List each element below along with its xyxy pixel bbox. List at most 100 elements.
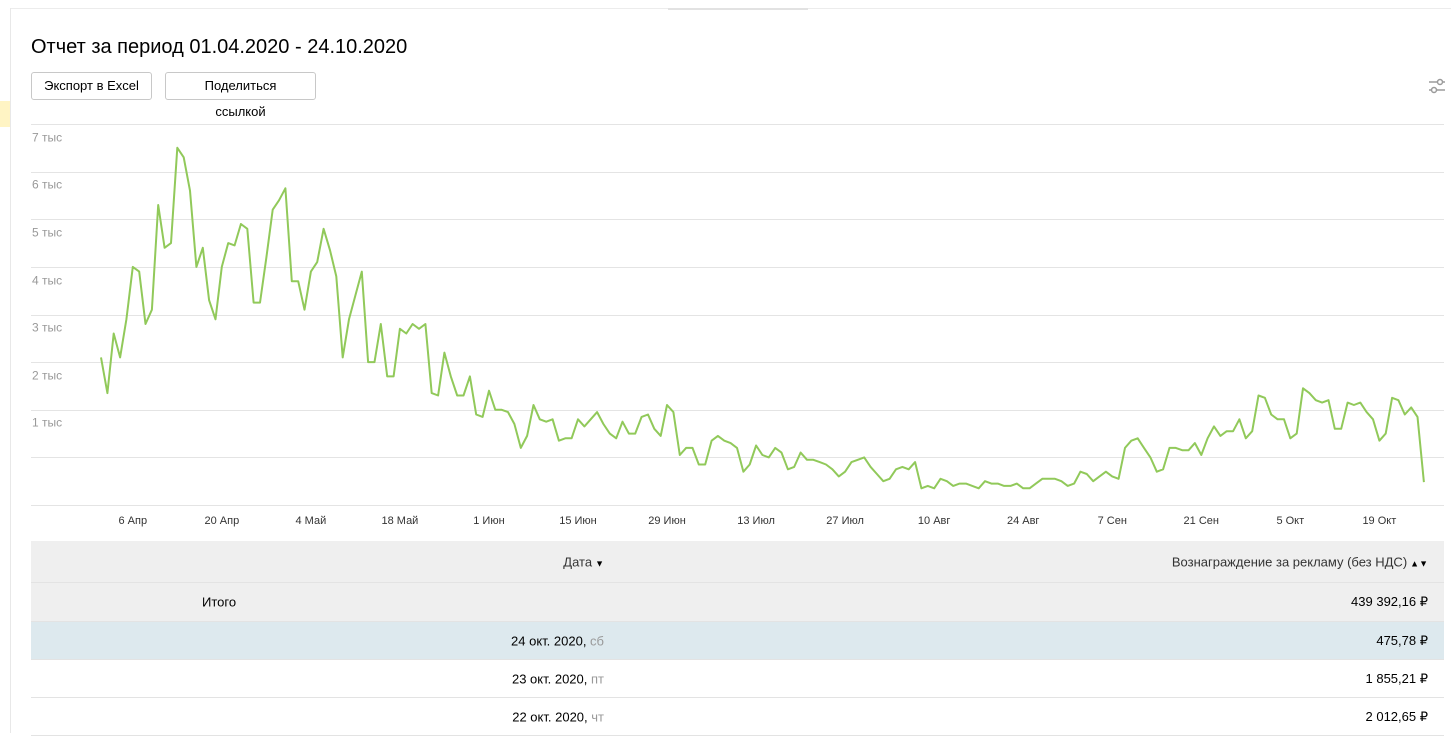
- data-point[interactable]: [1078, 470, 1082, 474]
- data-point[interactable]: [182, 155, 186, 159]
- data-point[interactable]: [1085, 472, 1089, 476]
- data-point[interactable]: [252, 301, 256, 305]
- data-point[interactable]: [691, 446, 695, 450]
- data-point[interactable]: [1390, 396, 1394, 400]
- data-point[interactable]: [1301, 386, 1305, 390]
- data-point[interactable]: [1371, 417, 1375, 421]
- data-point[interactable]: [245, 227, 249, 231]
- data-point[interactable]: [1396, 398, 1400, 402]
- data-point[interactable]: [481, 415, 485, 419]
- data-point[interactable]: [1174, 446, 1178, 450]
- data-point[interactable]: [277, 198, 281, 202]
- data-point[interactable]: [1187, 448, 1191, 452]
- data-point[interactable]: [563, 436, 567, 440]
- data-point[interactable]: [373, 360, 377, 364]
- data-point[interactable]: [1212, 424, 1216, 428]
- data-point[interactable]: [570, 436, 574, 440]
- data-point[interactable]: [220, 265, 224, 269]
- data-point[interactable]: [201, 246, 205, 250]
- data-point[interactable]: [430, 391, 434, 395]
- data-point[interactable]: [913, 460, 917, 464]
- data-point[interactable]: [659, 434, 663, 438]
- data-point[interactable]: [939, 477, 943, 481]
- data-point[interactable]: [398, 327, 402, 331]
- data-point[interactable]: [328, 248, 332, 252]
- data-point[interactable]: [595, 410, 599, 414]
- data-point[interactable]: [1269, 413, 1273, 417]
- data-point[interactable]: [1288, 436, 1292, 440]
- data-point[interactable]: [1180, 448, 1184, 452]
- data-point[interactable]: [970, 484, 974, 488]
- data-point[interactable]: [112, 332, 116, 336]
- data-point[interactable]: [1307, 391, 1311, 395]
- data-point[interactable]: [1403, 413, 1407, 417]
- data-point[interactable]: [907, 467, 911, 471]
- data-point[interactable]: [818, 460, 822, 464]
- export-excel-button[interactable]: Экспорт в Excel: [31, 72, 152, 100]
- data-point[interactable]: [881, 479, 885, 483]
- data-point[interactable]: [1129, 439, 1133, 443]
- data-point[interactable]: [621, 420, 625, 424]
- data-point[interactable]: [1009, 484, 1013, 488]
- data-point[interactable]: [843, 470, 847, 474]
- data-point[interactable]: [900, 465, 904, 469]
- data-point[interactable]: [455, 394, 459, 398]
- data-point[interactable]: [1365, 410, 1369, 414]
- data-point[interactable]: [271, 208, 275, 212]
- data-point[interactable]: [652, 427, 656, 431]
- data-point[interactable]: [627, 432, 631, 436]
- data-point[interactable]: [1377, 439, 1381, 443]
- data-point[interactable]: [334, 274, 338, 278]
- data-point[interactable]: [1104, 470, 1108, 474]
- data-point[interactable]: [1257, 394, 1261, 398]
- data-point[interactable]: [423, 322, 427, 326]
- data-point[interactable]: [1282, 417, 1286, 421]
- data-point[interactable]: [347, 317, 351, 321]
- data-point[interactable]: [512, 422, 516, 426]
- data-point[interactable]: [144, 322, 148, 326]
- data-point[interactable]: [989, 482, 993, 486]
- data-point[interactable]: [983, 479, 987, 483]
- data-point[interactable]: [264, 255, 268, 259]
- data-point[interactable]: [1237, 417, 1241, 421]
- data-point[interactable]: [360, 270, 364, 274]
- data-point[interactable]: [1327, 398, 1331, 402]
- data-point[interactable]: [544, 420, 548, 424]
- data-point[interactable]: [1002, 484, 1006, 488]
- data-point[interactable]: [754, 444, 758, 448]
- data-point[interactable]: [474, 413, 478, 417]
- table-row[interactable]: 24 окт. 2020, сб 475,78 ₽: [31, 622, 1444, 660]
- data-point[interactable]: [99, 355, 103, 359]
- data-point[interactable]: [786, 467, 790, 471]
- data-point[interactable]: [131, 265, 135, 269]
- data-point[interactable]: [462, 394, 466, 398]
- data-point[interactable]: [169, 241, 173, 245]
- data-point[interactable]: [1047, 477, 1051, 481]
- data-point[interactable]: [1168, 446, 1172, 450]
- data-point[interactable]: [640, 415, 644, 419]
- data-point[interactable]: [194, 265, 198, 269]
- data-point[interactable]: [932, 486, 936, 490]
- data-point[interactable]: [1040, 477, 1044, 481]
- data-point[interactable]: [296, 279, 300, 283]
- data-point[interactable]: [1409, 405, 1413, 409]
- data-point[interactable]: [894, 467, 898, 471]
- data-point[interactable]: [1225, 429, 1229, 433]
- data-point[interactable]: [665, 403, 669, 407]
- data-point[interactable]: [118, 355, 122, 359]
- data-point[interactable]: [850, 460, 854, 464]
- data-point[interactable]: [773, 446, 777, 450]
- data-point[interactable]: [150, 308, 154, 312]
- data-point[interactable]: [1136, 436, 1140, 440]
- data-point[interactable]: [601, 422, 605, 426]
- data-point[interactable]: [1098, 474, 1102, 478]
- data-point[interactable]: [1059, 479, 1063, 483]
- data-point[interactable]: [945, 479, 949, 483]
- data-point[interactable]: [1231, 429, 1235, 433]
- data-point[interactable]: [532, 403, 536, 407]
- data-point[interactable]: [1072, 482, 1076, 486]
- data-point[interactable]: [1250, 429, 1254, 433]
- data-point[interactable]: [341, 355, 345, 359]
- data-point[interactable]: [226, 241, 230, 245]
- data-point[interactable]: [671, 410, 675, 414]
